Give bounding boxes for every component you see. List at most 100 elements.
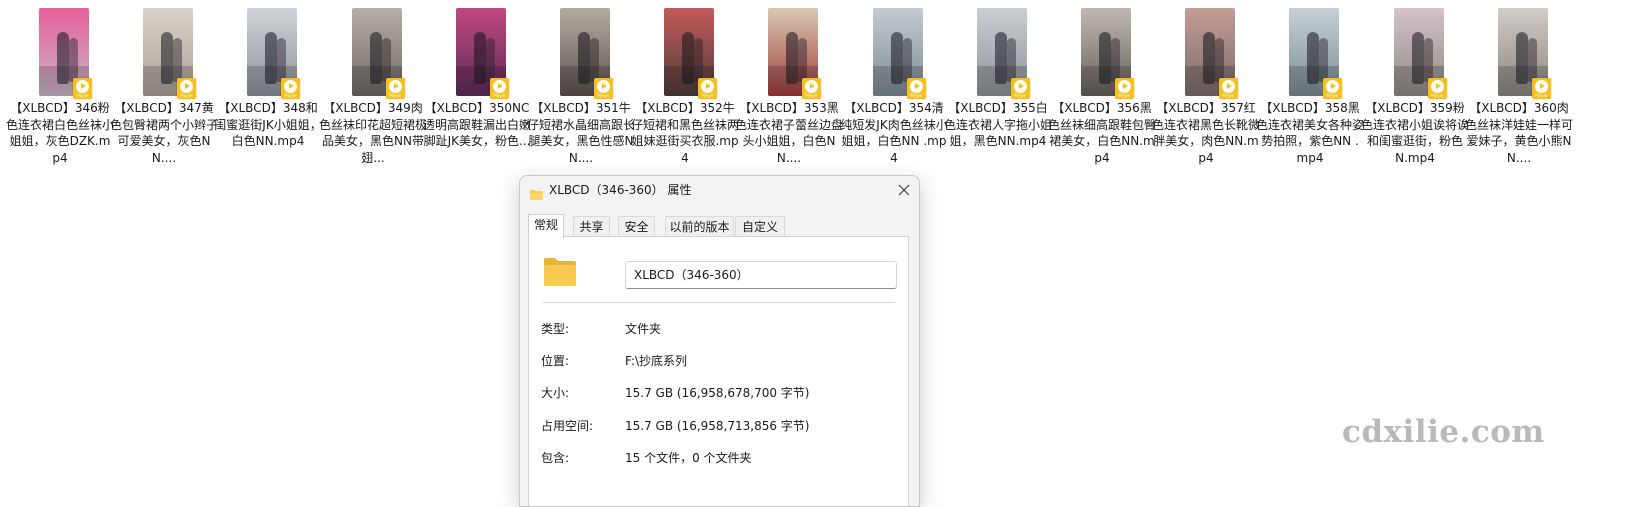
thumbnail-figure [1424,38,1433,82]
tab-general[interactable]: 常规 [528,214,564,238]
player-badge-icon: Player [1323,78,1342,99]
folder-icon [530,185,543,200]
play-icon [389,80,402,93]
play-icon [284,80,297,93]
video-thumbnail: Player [1185,8,1239,100]
file-item[interactable]: Player 【XLBCD】358黑色连衣裙美女各种姿势拍照，紫色NN .mp4 [1256,6,1364,174]
tab-customize[interactable]: 自定义 [735,216,785,236]
thumbnail-figure [474,32,486,84]
folder-name-input[interactable]: XLBCD（346-360） [625,261,897,289]
play-triangle [1227,83,1232,89]
player-badge-icon: Player [594,78,613,99]
video-thumbnail: Player [352,8,406,100]
player-badge-icon: Player [1532,78,1551,99]
size-label: 大小: [541,386,570,400]
tab-bar: 常规 共享 安全 以前的版本 自定义 [528,214,908,238]
player-badge-icon: Player [1219,78,1238,99]
thumbnail-figure [798,38,807,82]
file-item[interactable]: Player 【XLBCD】347黄色包臀裙两个小辫子可爱美女，灰色NN.... [110,6,218,174]
thumbnail-figure [1307,32,1319,84]
close-button[interactable] [889,176,919,204]
divider [543,302,895,303]
file-item[interactable]: Player 【XLBCD】351牛仔短裙水晶细高跟长腿美女，黑色性感NN.... [527,6,635,174]
play-icon [1222,80,1235,93]
file-name: 【XLBCD】355白色连衣裙人字拖小姐姐，黑色NN.mp4 [944,101,1053,148]
thumbnail-figure [903,38,912,82]
player-label: Player [1326,93,1339,98]
file-name: 【XLBCD】350NC透明高跟鞋漏出白嫩脚趾JK美女，粉色... [423,101,532,148]
thumbnail-figure [1007,38,1016,82]
play-triangle [394,83,399,89]
dialog-title: XLBCD（346-360） 属性 [549,183,692,197]
size-on-disk-label: 占用空间: [541,419,594,433]
player-label: Player [1431,93,1444,98]
tab-security[interactable]: 安全 [618,216,655,236]
type-value: 文件夹 [625,322,662,336]
file-name: 【XLBCD】346粉色连衣裙白色丝袜小姐姐，灰色DZK.mp4 [6,101,115,165]
thumbnail-figure [786,32,798,84]
properties-dialog: XLBCD（346-360） 属性 常规 共享 安全 以前的版本 自定义 XLB… [519,175,920,507]
tab-previous-versions[interactable]: 以前的版本 [665,216,734,236]
file-name: 【XLBCD】359粉色连衣裙小姐诶将诶和闺蜜逛街，粉色N.mp4 [1361,101,1470,165]
file-item[interactable]: Player 【XLBCD】346粉色连衣裙白色丝袜小姐姐，灰色DZK.mp4 [6,6,114,174]
play-triangle [1123,83,1128,89]
player-label: Player [1118,93,1131,98]
player-badge-icon: Player [490,78,509,99]
file-name: 【XLBCD】358黑色连衣裙美女各种姿势拍照，紫色NN .mp4 [1256,101,1365,165]
location-value[interactable]: F:\抄底系列 [625,353,687,369]
file-item[interactable]: Player 【XLBCD】355白色连衣裙人字拖小姐姐，黑色NN.mp4 [944,6,1052,174]
thumbnail-figure [277,38,286,82]
tab-sharing[interactable]: 共享 [573,216,610,236]
player-badge-icon: Player [907,78,926,99]
play-triangle [810,83,815,89]
video-thumbnail: Player [143,8,197,100]
file-name: 【XLBCD】347黄色包臀裙两个小辫子可爱美女，灰色NN.... [110,101,219,165]
video-thumbnail: Player [247,8,301,100]
player-badge-icon: Player [281,78,300,99]
file-item[interactable]: Player 【XLBCD】352牛仔短裙和黑色丝袜两姐妹逛街买衣服.mp4 [631,6,739,174]
player-label: Player [1014,93,1027,98]
play-icon [1431,80,1444,93]
thumbnail-figure [1412,32,1424,84]
player-badge-icon: Player [802,78,821,99]
player-badge-icon: Player [177,78,196,99]
contains-label: 包含: [541,451,570,465]
file-name: 【XLBCD】348和闺蜜逛街JK小姐姐，白色NN.mp4 [214,101,322,148]
file-item[interactable]: Player 【XLBCD】350NC透明高跟鞋漏出白嫩脚趾JK美女，粉色... [423,6,531,174]
thumbnail-figure [57,32,69,84]
file-name: 【XLBCD】349肉色丝袜印花超短裙极品美女，黑色NN带翅... [319,101,428,165]
file-item[interactable]: Player 【XLBCD】354清纯短发JK肉色丝袜小姐姐，白色NN .mp4 [840,6,948,174]
play-icon [805,80,818,93]
file-item[interactable]: Player 【XLBCD】359粉色连衣裙小姐诶将诶和闺蜜逛街，粉色N.mp4 [1361,6,1469,174]
play-triangle [602,83,607,89]
thumbnail-figure [682,32,694,84]
file-item[interactable]: Player 【XLBCD】349肉色丝袜印花超短裙极品美女，黑色NN带翅... [319,6,427,174]
contains-value: 15 个文件，0 个文件夹 [625,451,752,465]
file-item[interactable]: Player 【XLBCD】348和闺蜜逛街JK小姐姐，白色NN.mp4 [214,6,322,174]
play-triangle [706,83,711,89]
player-label: Player [493,93,506,98]
player-badge-icon: Player [386,78,405,99]
player-badge-icon: Player [73,78,92,99]
file-item[interactable]: Player 【XLBCD】360肉色丝袜洋娃娃一样可爱妹子，黄色小熊NN.... [1465,6,1573,174]
file-item[interactable]: Player 【XLBCD】357红色连衣裙黑色长靴微胖美女，肉色NN.mp4 [1152,6,1260,174]
file-name: 【XLBCD】356黑色丝袜细高跟鞋包臀裙美女，白色NN.mp4 [1048,101,1157,165]
player-label: Player [597,93,610,98]
player-badge-icon: Player [698,78,717,99]
file-name: 【XLBCD】353黑色连衣裙子蕾丝边盘头小姐姐，白色NN.... [735,101,844,165]
play-triangle [915,83,920,89]
player-label: Player [805,93,818,98]
dialog-titlebar[interactable]: XLBCD（346-360） 属性 [520,176,919,206]
play-triangle [1540,83,1545,89]
play-triangle [289,83,294,89]
thumbnail-figure [382,38,391,82]
close-icon [898,184,910,196]
thumbnail-figure [694,38,703,82]
video-thumbnail: Player [1394,8,1448,100]
play-triangle [81,83,86,89]
file-item[interactable]: Player 【XLBCD】356黑色丝袜细高跟鞋包臀裙美女，白色NN.mp4 [1048,6,1156,174]
player-label: Player [701,93,714,98]
thumbnail-figure [1528,38,1537,82]
thumbnail-figure [590,38,599,82]
file-item[interactable]: Player 【XLBCD】353黑色连衣裙子蕾丝边盘头小姐姐，白色NN.... [735,6,843,174]
